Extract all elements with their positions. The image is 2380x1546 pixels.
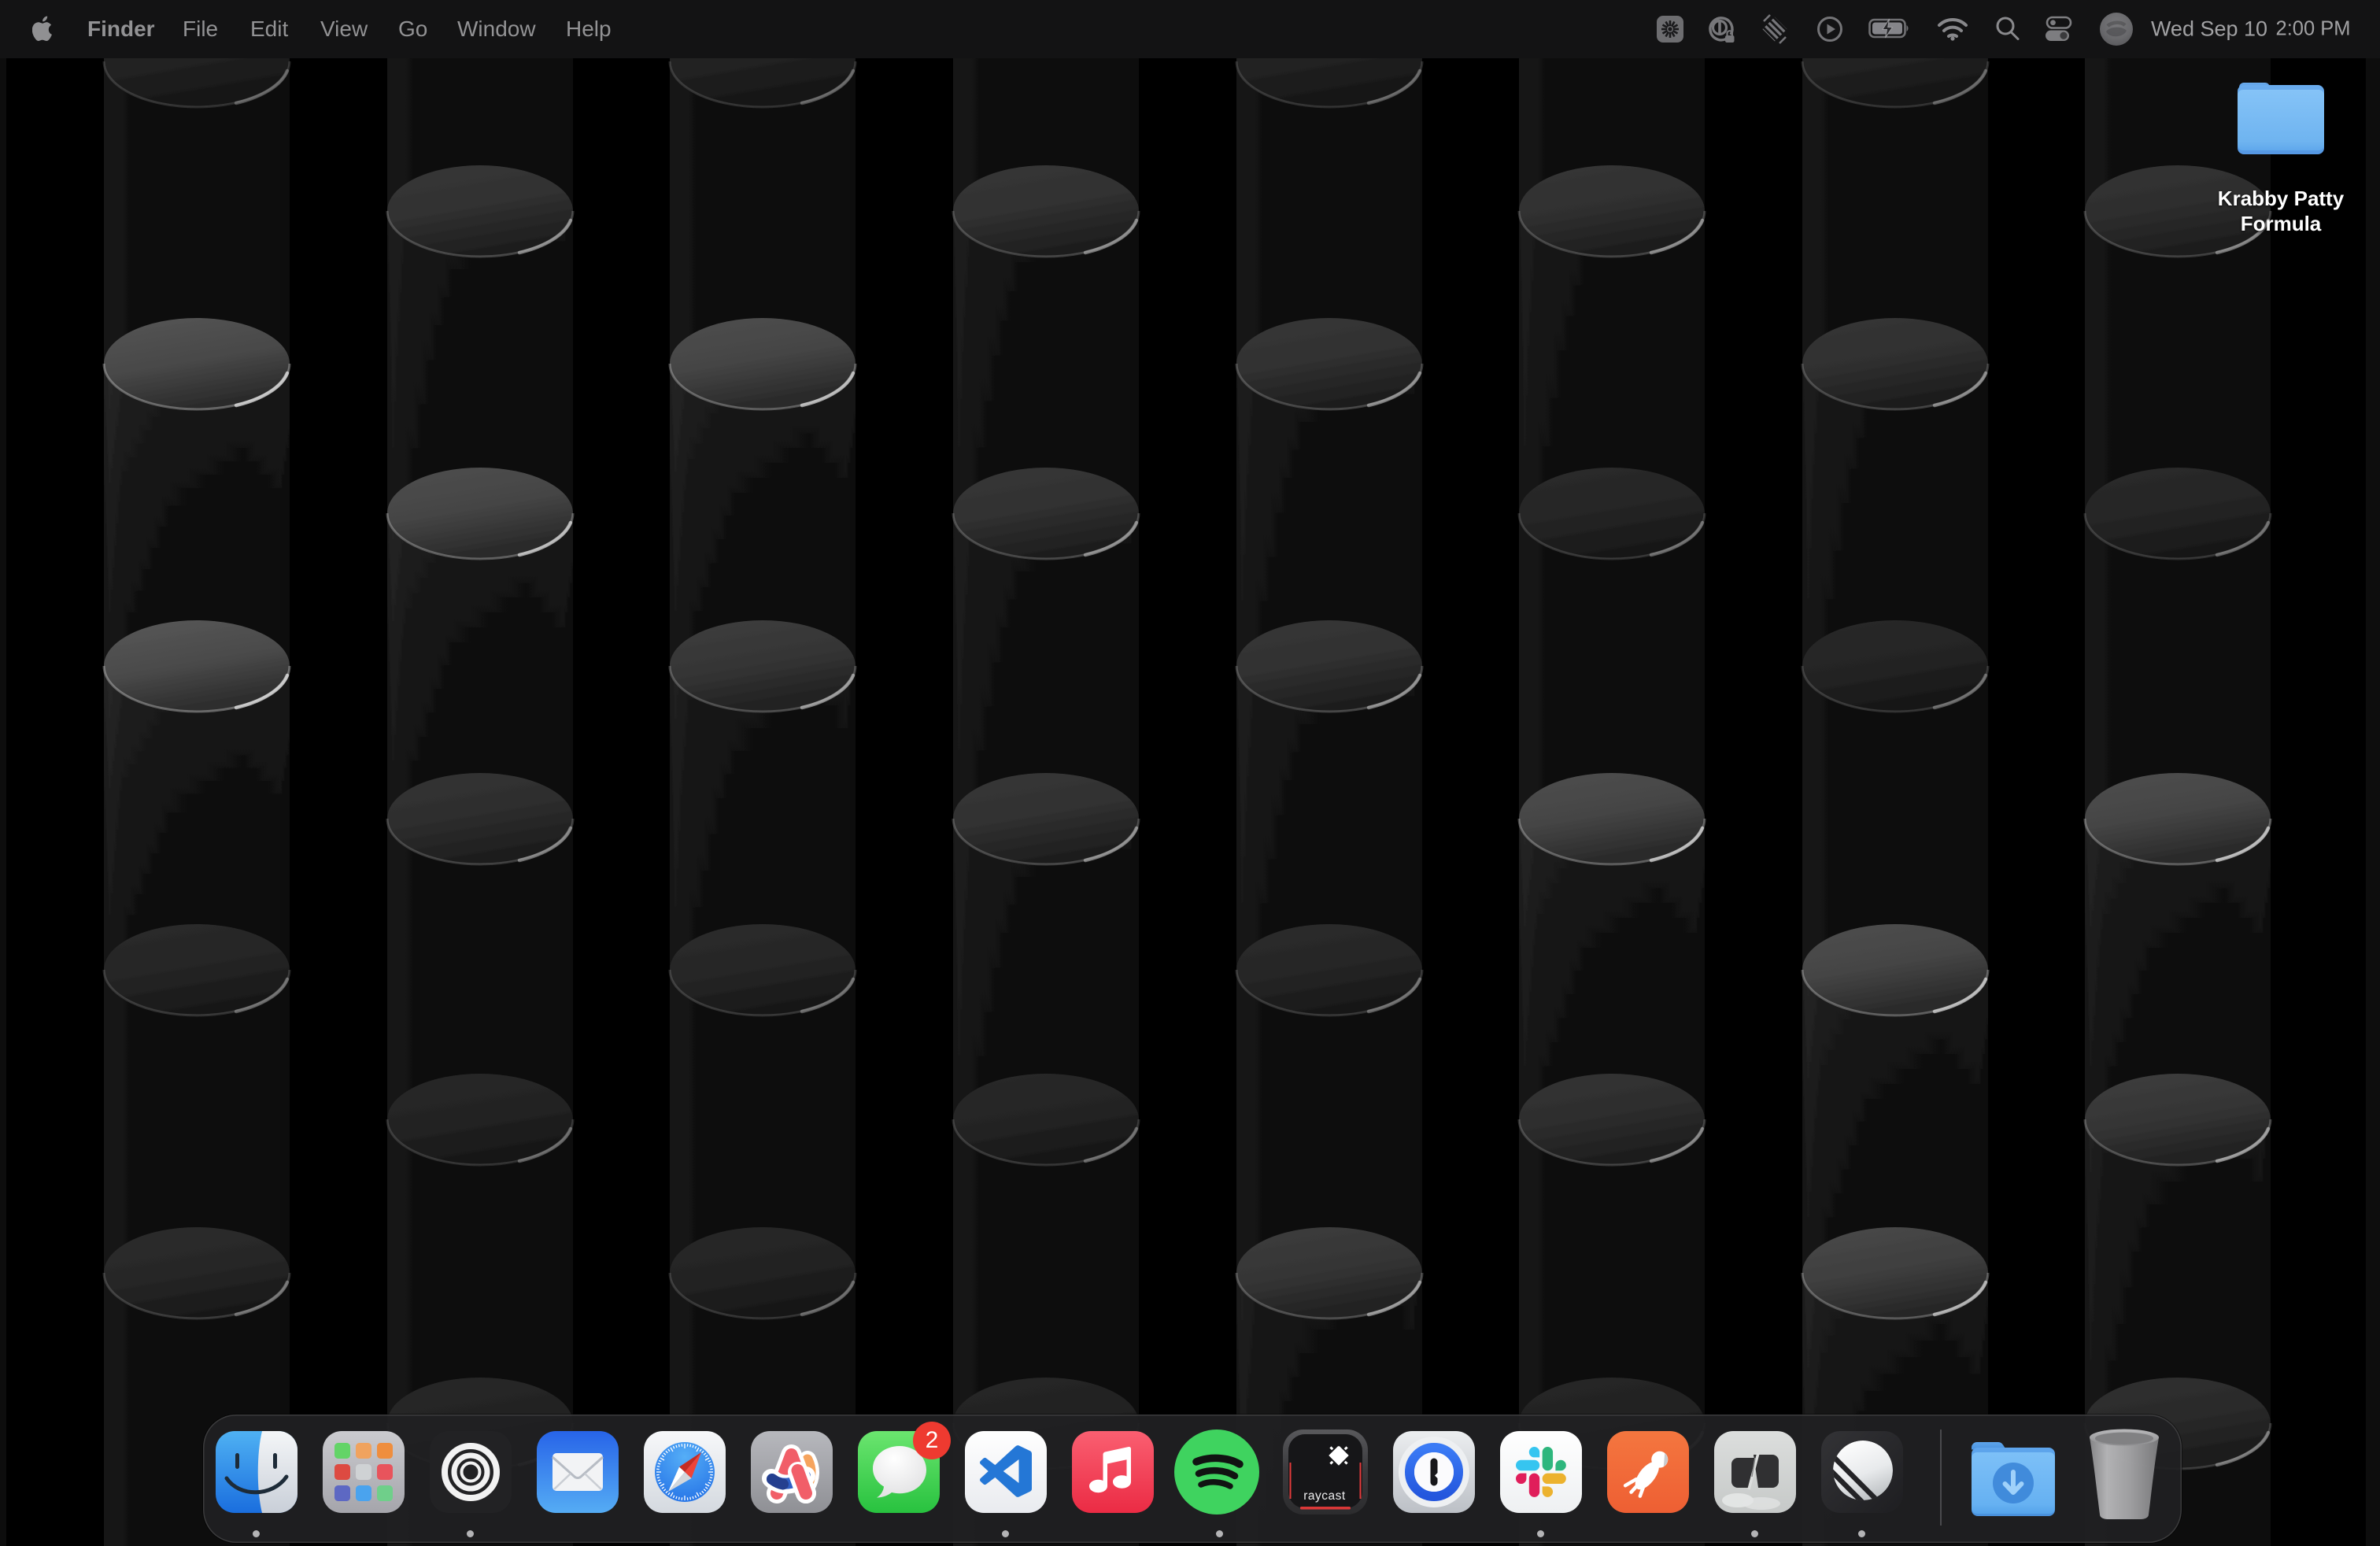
svg-text:raycast: raycast [1303, 1489, 1346, 1503]
